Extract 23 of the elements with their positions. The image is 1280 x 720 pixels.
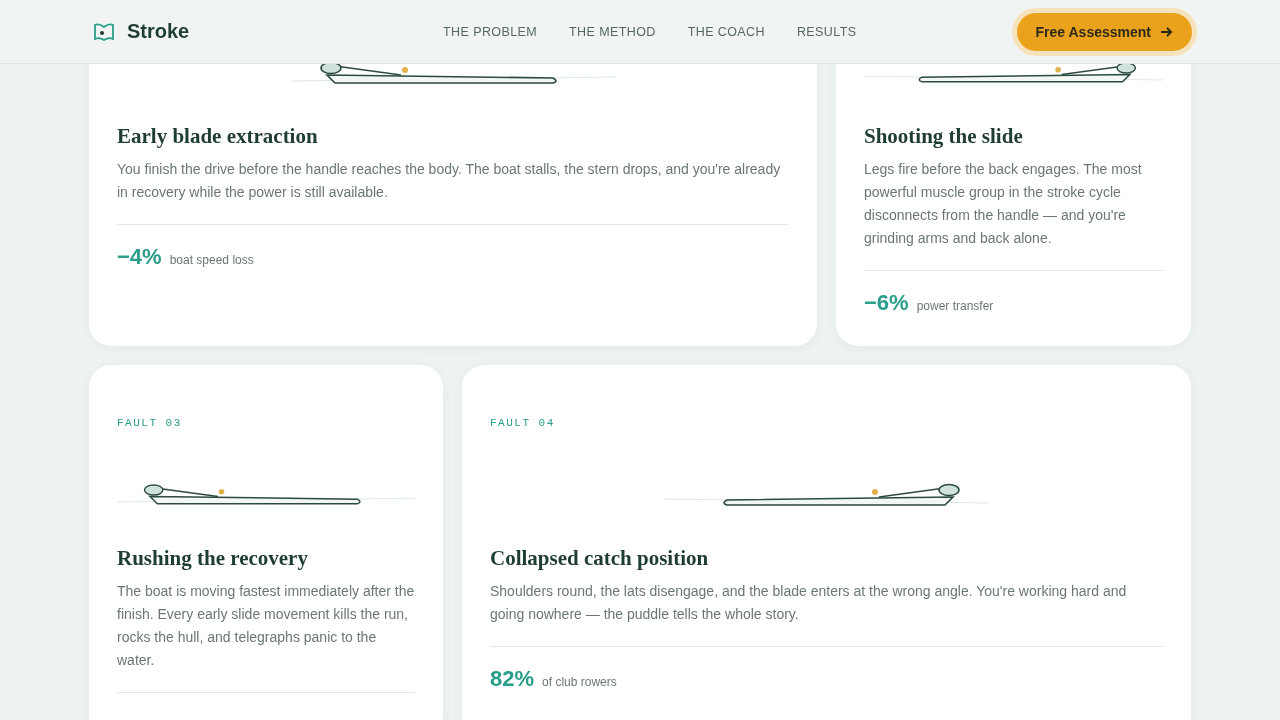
card-description: Legs fire before the back engages. The most powerful muscle group in the stroke cycle disconnects from the handle — and you're grinding arms and back alone. [864,160,1143,248]
brand-name[interactable]: Stroke [127,20,190,43]
nav-link[interactable]: THE PROBLEM [443,24,538,39]
nav-link[interactable]: THE METHOD [569,24,656,39]
stat-value: −6% [864,290,909,316]
card-title: Collapsed catch position [490,546,710,571]
card-title: Shooting the slide [864,124,1024,149]
stat-label: power transfer [916,299,994,313]
stat-value: 82% [490,666,535,692]
fault-label: FAULT 04 [490,417,556,431]
stat-value: −4% [117,244,162,270]
card-description: Shoulders round, the lats disengage, and the blade enters at the wrong angle. You're working hard and going nowhere — the puddle tells the whole story. [490,582,1128,624]
logo-icon [93,21,115,42]
card-description: The boat is moving fastest immediately after the finish. Every early slide movement kills the run, rocks the hull, and telegraphs panic to the water. [117,582,415,670]
nav-link[interactable]: RESULTS [796,24,857,39]
card-title: Rushing the recovery [117,546,309,571]
arrow-icon [1160,25,1173,38]
card-description: You finish the drive before the handle reaches the body. The boat stalls, the stern drops, and you're already in recovery while the power is still available. [117,160,782,202]
stat-label: of club rowers [542,675,617,689]
stat-label: boat speed loss [169,253,254,267]
fault-label: FAULT 03 [117,417,183,431]
card-title: Early blade extraction [117,124,319,149]
nav-link[interactable]: THE COACH [687,24,765,39]
